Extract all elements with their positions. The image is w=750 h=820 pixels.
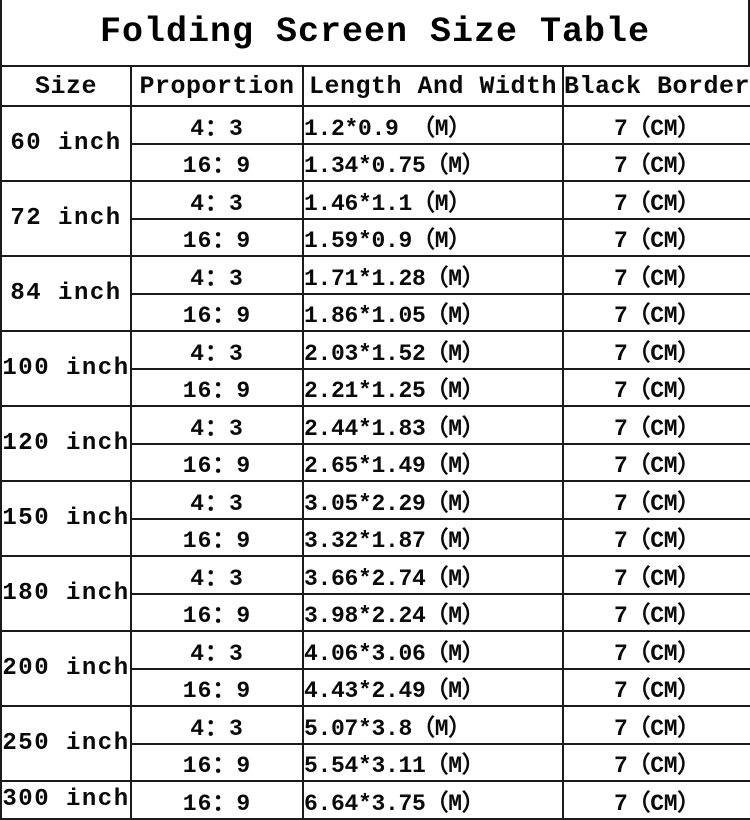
cell-black-border: 7（CM）	[562, 105, 750, 145]
cell-proportion: 16：9	[130, 217, 304, 257]
cell-black-border: 7（CM）	[562, 705, 750, 745]
table-row: 60 inch 4：3 1.2*0.9 （M） 7（CM）	[0, 105, 750, 182]
size-table: Size Proportion Length And Width Black B…	[0, 65, 750, 820]
cell-length-and-width: 2.44*1.83（M）	[302, 405, 564, 445]
table-row: 100 inch 4：3 2.03*1.52（M） 7（CM）	[0, 330, 750, 407]
cell-black-border: 7（CM）	[562, 630, 750, 670]
column-header-length-and-width: Length And Width	[302, 65, 564, 107]
cell-length-and-width: 1.34*0.75（M）	[302, 142, 564, 182]
cell-black-border: 7（CM）	[562, 667, 750, 707]
table-header-row: Size Proportion Length And Width Black B…	[0, 65, 750, 107]
cell-proportion: 16：9	[130, 367, 304, 407]
folding-screen-size-table-page: Folding Screen Size Table Size Proportio…	[0, 0, 750, 820]
cell-length-and-width: 1.59*0.9（M）	[302, 217, 564, 257]
cell-size: 100 inch	[0, 330, 132, 407]
table-row: 84 inch 4：3 1.71*1.28（M） 7（CM）	[0, 255, 750, 332]
cell-size: 84 inch	[0, 255, 132, 332]
cell-black-border: 7（CM）	[562, 780, 750, 820]
cell-proportion: 16：9	[130, 667, 304, 707]
cell-proportion: 4：3	[130, 105, 304, 145]
cell-proportion: 16：9	[130, 442, 304, 482]
cell-proportion: 4：3	[130, 330, 304, 370]
table-row: 200 inch 4：3 4.06*3.06（M） 7（CM）	[0, 630, 750, 707]
cell-black-border: 7（CM）	[562, 292, 750, 332]
cell-length-and-width: 5.07*3.8（M）	[302, 705, 564, 745]
cell-size: 60 inch	[0, 105, 132, 182]
cell-proportion: 16：9	[130, 592, 304, 632]
cell-black-border: 7（CM）	[562, 592, 750, 632]
cell-size: 300 inch	[0, 780, 132, 820]
cell-size: 150 inch	[0, 480, 132, 557]
cell-length-and-width: 4.06*3.06（M）	[302, 630, 564, 670]
cell-length-and-width: 2.65*1.49（M）	[302, 442, 564, 482]
cell-proportion: 4：3	[130, 705, 304, 745]
cell-length-and-width: 4.43*2.49（M）	[302, 667, 564, 707]
cell-size: 180 inch	[0, 555, 132, 632]
title-bar: Folding Screen Size Table	[0, 0, 750, 65]
cell-size: 120 inch	[0, 405, 132, 482]
cell-black-border: 7（CM）	[562, 517, 750, 557]
cell-proportion: 4：3	[130, 405, 304, 445]
cell-proportion: 16：9	[130, 292, 304, 332]
cell-length-and-width: 3.66*2.74（M）	[302, 555, 564, 595]
cell-size: 250 inch	[0, 705, 132, 782]
cell-black-border: 7（CM）	[562, 180, 750, 220]
cell-black-border: 7（CM）	[562, 367, 750, 407]
table-row: 250 inch 4：3 5.07*3.8（M） 7（CM）	[0, 705, 750, 782]
table-row: 300 inch 16：9 6.64*3.75（M） 7（CM）	[0, 780, 750, 820]
cell-proportion: 4：3	[130, 630, 304, 670]
cell-length-and-width: 2.03*1.52（M）	[302, 330, 564, 370]
column-header-proportion: Proportion	[130, 65, 304, 107]
cell-length-and-width: 1.86*1.05（M）	[302, 292, 564, 332]
column-header-size: Size	[0, 65, 132, 107]
cell-black-border: 7（CM）	[562, 255, 750, 295]
cell-black-border: 7（CM）	[562, 442, 750, 482]
cell-length-and-width: 1.71*1.28（M）	[302, 255, 564, 295]
page-title: Folding Screen Size Table	[99, 12, 651, 52]
table-row: 150 inch 4：3 3.05*2.29（M） 7（CM）	[0, 480, 750, 557]
cell-length-and-width: 2.21*1.25（M）	[302, 367, 564, 407]
cell-length-and-width: 3.98*2.24（M）	[302, 592, 564, 632]
table-body: 60 inch 4：3 1.2*0.9 （M） 7（CM） 16：9 1.34*0.75（…	[0, 105, 750, 820]
cell-proportion: 16：9	[130, 142, 304, 182]
cell-length-and-width: 3.05*2.29（M）	[302, 480, 564, 520]
table-header: Size Proportion Length And Width Black B…	[0, 65, 750, 107]
cell-proportion: 16：9	[130, 742, 304, 782]
cell-black-border: 7（CM）	[562, 217, 750, 257]
cell-black-border: 7（CM）	[562, 142, 750, 182]
table-row: 180 inch 4：3 3.66*2.74（M） 7（CM）	[0, 555, 750, 632]
cell-black-border: 7（CM）	[562, 480, 750, 520]
cell-size: 200 inch	[0, 630, 132, 707]
cell-proportion: 4：3	[130, 480, 304, 520]
cell-length-and-width: 6.64*3.75（M）	[302, 780, 564, 820]
cell-black-border: 7（CM）	[562, 742, 750, 782]
cell-length-and-width: 3.32*1.87（M）	[302, 517, 564, 557]
table-row: 120 inch 4：3 2.44*1.83（M） 7（CM）	[0, 405, 750, 482]
cell-length-and-width: 1.2*0.9 （M）	[302, 105, 564, 145]
cell-length-and-width: 5.54*3.11（M）	[302, 742, 564, 782]
cell-proportion: 4：3	[130, 180, 304, 220]
column-header-black-border: Black Border	[562, 65, 750, 107]
cell-black-border: 7（CM）	[562, 330, 750, 370]
cell-proportion: 16：9	[130, 780, 304, 820]
cell-size: 72 inch	[0, 180, 132, 257]
table-row: 72 inch 4：3 1.46*1.1（M） 7（CM）	[0, 180, 750, 257]
cell-proportion: 16：9	[130, 517, 304, 557]
cell-black-border: 7（CM）	[562, 405, 750, 445]
cell-length-and-width: 1.46*1.1（M）	[302, 180, 564, 220]
cell-proportion: 4：3	[130, 555, 304, 595]
cell-black-border: 7（CM）	[562, 555, 750, 595]
cell-proportion: 4：3	[130, 255, 304, 295]
